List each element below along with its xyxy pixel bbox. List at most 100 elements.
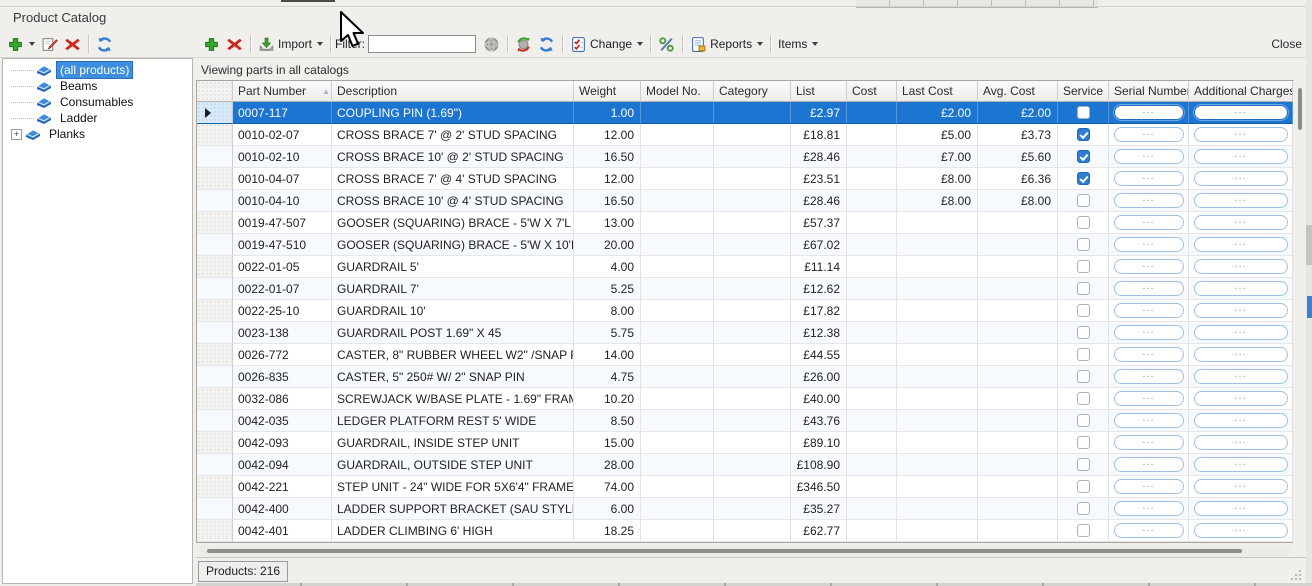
- service-checkbox[interactable]: [1077, 524, 1090, 537]
- grid-cell-serial[interactable]: ...: [1109, 102, 1189, 124]
- filter-input[interactable]: [368, 35, 476, 53]
- grid-cell-category[interactable]: [714, 212, 791, 234]
- grid-cell-desc[interactable]: GUARDRAIL POST 1.69" X 45: [332, 322, 574, 344]
- grid-cell-model[interactable]: [641, 300, 714, 322]
- grid-cell-category[interactable]: [714, 498, 791, 520]
- serial-number-ellipsis-button[interactable]: ...: [1114, 215, 1184, 230]
- table-row[interactable]: 0022-01-05GUARDRAIL 5'4.00£11.14......: [197, 256, 1293, 278]
- grid-cell-list[interactable]: £108.90: [791, 454, 847, 476]
- row-selector-cell[interactable]: [197, 146, 233, 168]
- grid-cell-addl[interactable]: ...: [1189, 520, 1293, 542]
- import-button[interactable]: Import: [255, 34, 326, 55]
- grid-cell-list[interactable]: £28.46: [791, 146, 847, 168]
- percent-button[interactable]: [655, 34, 678, 55]
- service-checkbox[interactable]: [1077, 128, 1090, 141]
- additional-charges-ellipsis-button[interactable]: ...: [1194, 457, 1288, 472]
- grid-cell-avg[interactable]: [978, 454, 1058, 476]
- serial-number-ellipsis-button[interactable]: ...: [1114, 171, 1184, 186]
- grid-cell-addl[interactable]: ...: [1189, 388, 1293, 410]
- grid-cell-desc[interactable]: CASTER, 5" 250# W/ 2" SNAP PIN: [332, 366, 574, 388]
- serial-number-ellipsis-button[interactable]: ...: [1114, 303, 1184, 318]
- grid-cell-category[interactable]: [714, 190, 791, 212]
- grid-cell-cost[interactable]: [847, 102, 897, 124]
- grid-cell-desc[interactable]: LEDGER PLATFORM REST 5' WIDE: [332, 410, 574, 432]
- grid-cell-part[interactable]: 0026-772: [233, 344, 332, 366]
- grid-cell-addl[interactable]: ...: [1189, 102, 1293, 124]
- grid-cell-addl[interactable]: ...: [1189, 454, 1293, 476]
- grid-cell-last[interactable]: [897, 322, 978, 344]
- tree-item-planks[interactable]: + Planks: [3, 126, 192, 142]
- grid-cell-cost[interactable]: [847, 498, 897, 520]
- grid-cell-avg[interactable]: [978, 344, 1058, 366]
- table-row[interactable]: 0042-035LEDGER PLATFORM REST 5' WIDE8.50…: [197, 410, 1293, 432]
- grid-cell-avg[interactable]: £5.60: [978, 146, 1058, 168]
- grid-cell-addl[interactable]: ...: [1189, 476, 1293, 498]
- grid-cell-last[interactable]: [897, 212, 978, 234]
- grid-cell-category[interactable]: [714, 388, 791, 410]
- grid-cell-category[interactable]: [714, 124, 791, 146]
- column-header-weight[interactable]: Weight: [574, 81, 641, 102]
- service-checkbox[interactable]: [1077, 304, 1090, 317]
- grid-cell-addl[interactable]: ...: [1189, 410, 1293, 432]
- grid-cell-addl[interactable]: ...: [1189, 278, 1293, 300]
- service-checkbox[interactable]: [1077, 106, 1090, 119]
- grid-cell-model[interactable]: [641, 234, 714, 256]
- grid-cell-cost[interactable]: [847, 234, 897, 256]
- grid-cell-addl[interactable]: ...: [1189, 322, 1293, 344]
- grid-cell-service[interactable]: [1058, 410, 1109, 432]
- grid-cell-serial[interactable]: ...: [1109, 300, 1189, 322]
- table-row[interactable]: 0042-400LADDER SUPPORT BRACKET (SAU STYL…: [197, 498, 1293, 520]
- grid-cell-avg[interactable]: [978, 366, 1058, 388]
- grid-cell-model[interactable]: [641, 190, 714, 212]
- additional-charges-ellipsis-button[interactable]: ...: [1194, 369, 1288, 384]
- column-header-avg[interactable]: Avg. Cost: [978, 81, 1058, 102]
- service-checkbox[interactable]: [1077, 282, 1090, 295]
- grid-cell-last[interactable]: [897, 454, 978, 476]
- grid-cell-desc[interactable]: LADDER SUPPORT BRACKET (SAU STYLE): [332, 498, 574, 520]
- table-row[interactable]: 0010-04-10CROSS BRACE 10' @ 4' STUD SPAC…: [197, 190, 1293, 212]
- row-selector-cell[interactable]: [197, 498, 233, 520]
- grid-cell-list[interactable]: £28.46: [791, 190, 847, 212]
- additional-charges-ellipsis-button[interactable]: ...: [1194, 127, 1288, 142]
- grid-cell-avg[interactable]: [978, 212, 1058, 234]
- grid-cell-model[interactable]: [641, 322, 714, 344]
- grid-cell-cost[interactable]: [847, 388, 897, 410]
- grid-cell-list[interactable]: £67.02: [791, 234, 847, 256]
- grid-cell-list[interactable]: £12.38: [791, 322, 847, 344]
- grid-cell-list[interactable]: £89.10: [791, 432, 847, 454]
- service-checkbox[interactable]: [1077, 414, 1090, 427]
- grid-cell-service[interactable]: [1058, 124, 1109, 146]
- serial-number-ellipsis-button[interactable]: ...: [1114, 435, 1184, 450]
- service-checkbox[interactable]: [1077, 502, 1090, 515]
- grid-cell-cost[interactable]: [847, 432, 897, 454]
- tree-item-ladder[interactable]: Ladder: [3, 110, 192, 126]
- additional-charges-ellipsis-button[interactable]: ...: [1194, 391, 1288, 406]
- grid-cell-desc[interactable]: CROSS BRACE 7' @ 2' STUD SPACING: [332, 124, 574, 146]
- grid-cell-part[interactable]: 0010-02-07: [233, 124, 332, 146]
- grid-cell-part[interactable]: 0022-01-05: [233, 256, 332, 278]
- serial-number-ellipsis-button[interactable]: ...: [1114, 149, 1184, 164]
- grid-cell-serial[interactable]: ...: [1109, 388, 1189, 410]
- grid-cell-model[interactable]: [641, 344, 714, 366]
- table-row[interactable]: 0026-835CASTER, 5" 250# W/ 2" SNAP PIN4.…: [197, 366, 1293, 388]
- grid-cell-category[interactable]: [714, 168, 791, 190]
- add-catalog-button[interactable]: [4, 34, 38, 55]
- grid-cell-addl[interactable]: ...: [1189, 168, 1293, 190]
- additional-charges-ellipsis-button[interactable]: ...: [1194, 325, 1288, 340]
- grid-cell-last[interactable]: [897, 388, 978, 410]
- grid-cell-addl[interactable]: ...: [1189, 256, 1293, 278]
- grid-cell-category[interactable]: [714, 256, 791, 278]
- grid-cell-weight[interactable]: 28.00: [574, 454, 641, 476]
- additional-charges-ellipsis-button[interactable]: ...: [1194, 193, 1288, 208]
- table-row[interactable]: 0010-02-10CROSS BRACE 10' @ 2' STUD SPAC…: [197, 146, 1293, 168]
- grid-cell-addl[interactable]: ...: [1189, 366, 1293, 388]
- grid-cell-model[interactable]: [641, 168, 714, 190]
- grid-cell-category[interactable]: [714, 146, 791, 168]
- grid-cell-desc[interactable]: CROSS BRACE 10' @ 2' STUD SPACING: [332, 146, 574, 168]
- grid-cell-category[interactable]: [714, 410, 791, 432]
- row-selector-cell[interactable]: [197, 190, 233, 212]
- grid-cell-category[interactable]: [714, 476, 791, 498]
- grid-cell-avg[interactable]: [978, 234, 1058, 256]
- grid-cell-model[interactable]: [641, 256, 714, 278]
- grid-cell-avg[interactable]: [978, 432, 1058, 454]
